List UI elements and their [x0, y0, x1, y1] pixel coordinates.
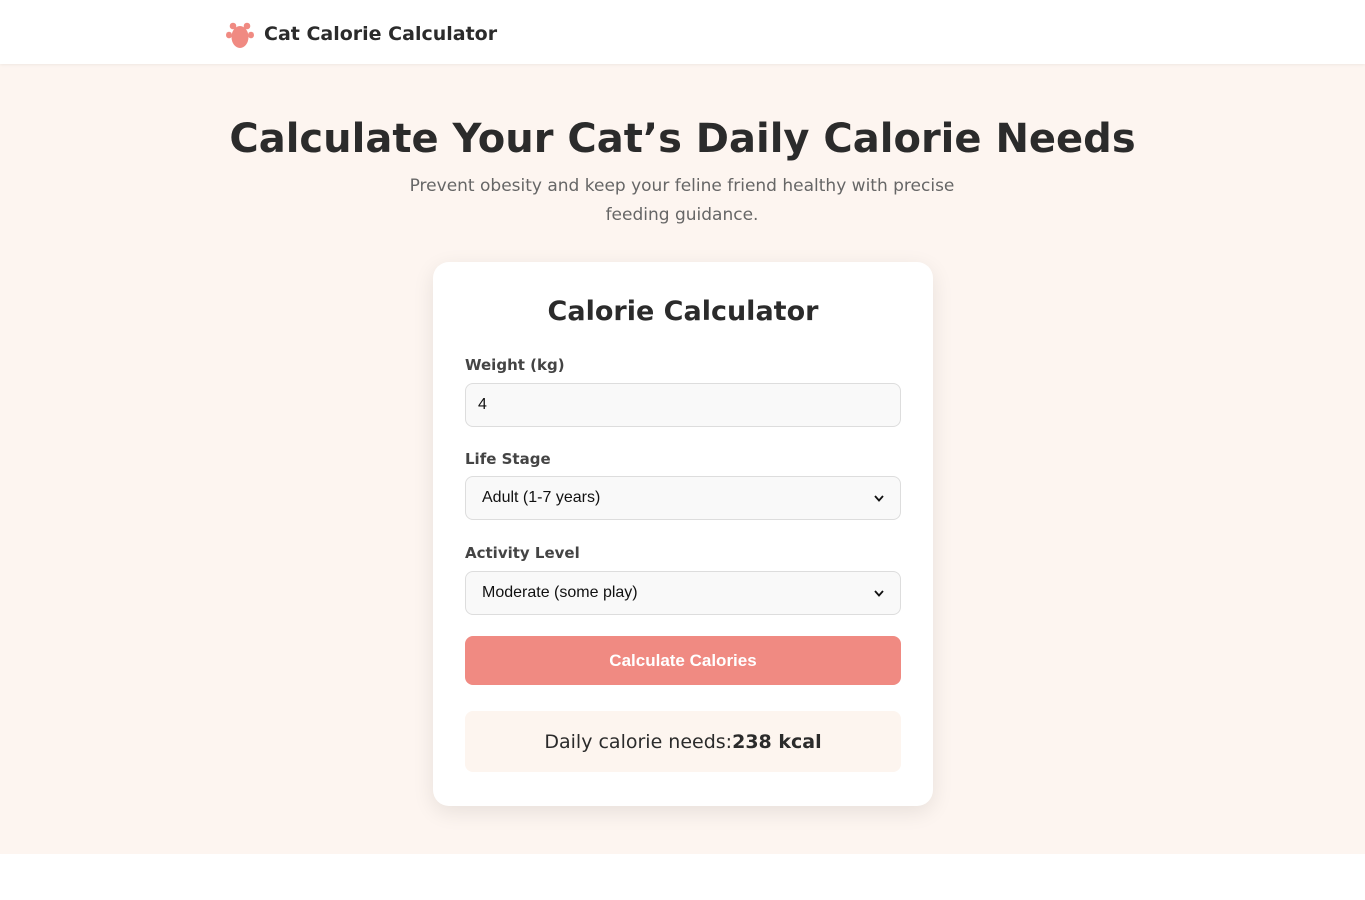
- calculator-card: Calorie Calculator Weight (kg) 4 Life St…: [433, 262, 933, 806]
- hero-section: Calculate Your Cat’s Daily Calorie Needs…: [0, 64, 1365, 854]
- result-box: Daily calorie needs: 238 kcal: [465, 711, 901, 772]
- chevron-down-icon: [874, 589, 884, 597]
- weight-label: Weight (kg): [465, 356, 565, 374]
- result-value: 238 kcal: [732, 730, 822, 753]
- brand[interactable]: Cat Calorie Calculator: [224, 18, 497, 50]
- page-title: Calculate Your Cat’s Daily Calorie Needs: [229, 116, 1136, 162]
- page-subtitle: Prevent obesity and keep your feline fri…: [409, 176, 955, 225]
- calculate-calories-button[interactable]: Calculate Calories: [465, 636, 901, 685]
- life-stage-label: Life Stage: [465, 450, 551, 468]
- brand-title: Cat Calorie Calculator: [264, 23, 498, 45]
- life-stage-select[interactable]: Adult (1-7 years): [465, 476, 901, 520]
- calculator-title: Calorie Calculator: [547, 296, 819, 327]
- activity-level-label: Activity Level: [465, 544, 580, 562]
- weight-input-value: 4: [478, 396, 487, 413]
- activity-level-selected: Moderate (some play): [482, 584, 638, 601]
- life-stage-selected: Adult (1-7 years): [482, 489, 601, 506]
- result-label: Daily calorie needs:: [544, 730, 733, 753]
- activity-level-select[interactable]: Moderate (some play): [465, 571, 901, 615]
- cat-paw-icon: [226, 22, 254, 48]
- weight-input[interactable]: 4: [465, 383, 901, 427]
- top-navbar: Cat Calorie Calculator: [0, 0, 1365, 64]
- chevron-down-icon: [874, 494, 884, 502]
